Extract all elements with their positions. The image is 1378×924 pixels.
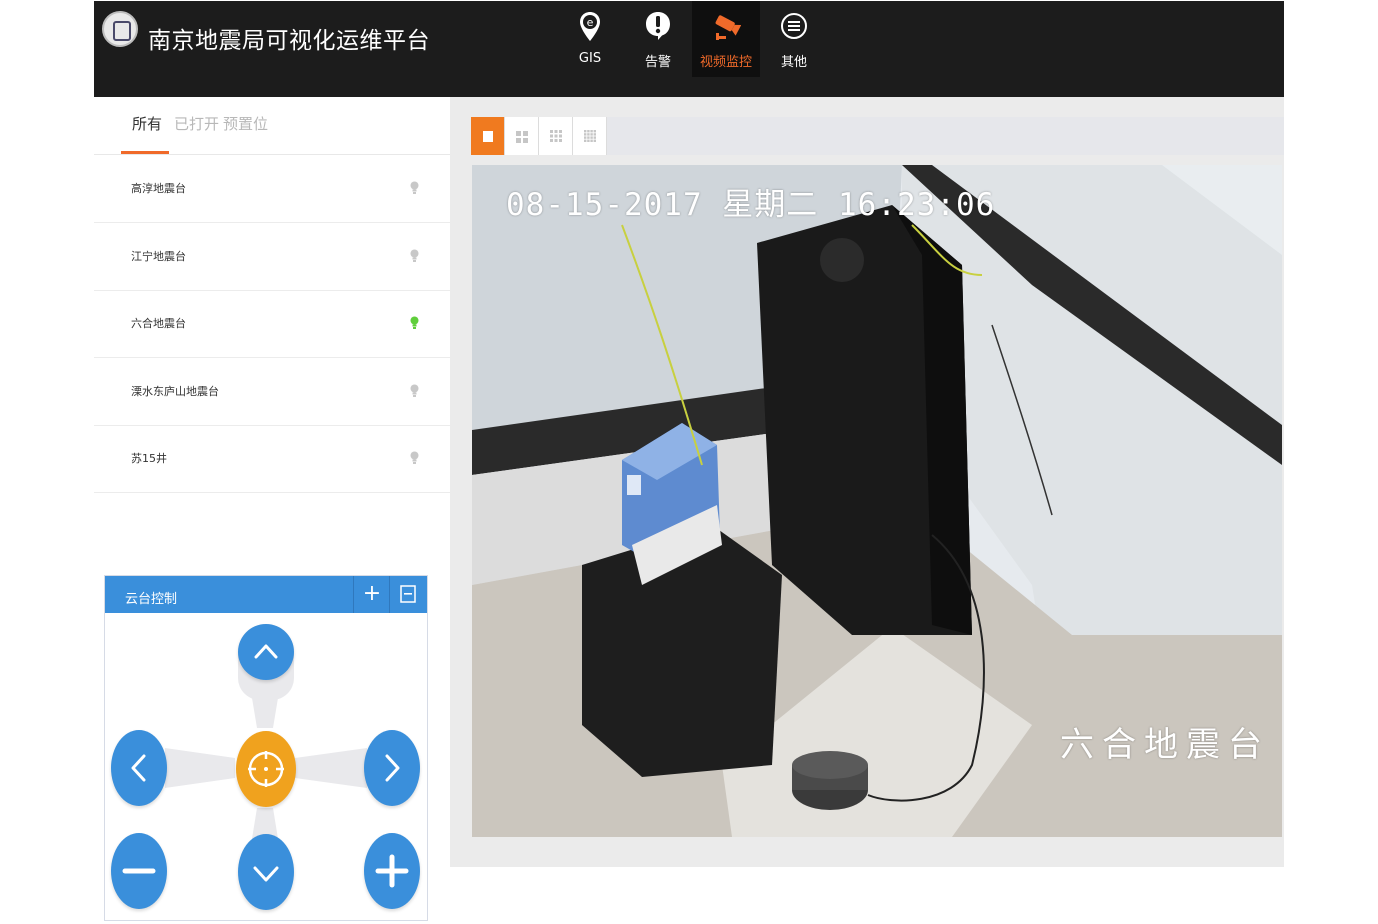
camera-icon: [711, 11, 742, 45]
app-title: 南京地震局可视化运维平台: [148, 28, 430, 54]
bulb-icon: [410, 315, 419, 334]
bulb-icon: [410, 248, 419, 267]
app-root: 南京地震局可视化运维平台 e GIS 告警 视频监控 其他 所有 已打开 预置位…: [94, 1, 1284, 924]
tab-opened[interactable]: 已打开: [174, 113, 219, 134]
ptz-left-button[interactable]: [111, 730, 167, 806]
chevron-down-icon: [253, 866, 279, 882]
ptz-right-button[interactable]: [364, 730, 420, 806]
nav-item-other[interactable]: 其他: [760, 1, 828, 77]
ptz-center-button[interactable]: [236, 731, 296, 807]
alert-icon: [645, 11, 671, 45]
chevron-up-icon: [254, 644, 278, 659]
layout-toolbar: [471, 117, 1284, 155]
layout-3x3-button[interactable]: [539, 117, 573, 155]
nav-label-video-monitor: 视频监控: [699, 55, 752, 70]
station-item[interactable]: 高淳地震台: [94, 155, 450, 223]
left-panel: 所有 已打开 预置位 高淳地震台 江宁地震台 六合地震台 溧水东庐山地震台 苏1…: [94, 97, 450, 924]
layout-4x4-button[interactable]: [573, 117, 607, 155]
nav-label-other: 其他: [780, 55, 807, 70]
grid-4x4-icon: [584, 130, 596, 142]
layout-2x2-button[interactable]: [505, 117, 539, 155]
ptz-zoom-out-button[interactable]: [111, 833, 167, 909]
svg-text:e: e: [587, 16, 594, 29]
station-item[interactable]: 江宁地震台: [94, 223, 450, 291]
nav-item-alerts[interactable]: 告警: [624, 1, 692, 77]
ptz-control-panel: 云台控制 +: [104, 575, 428, 921]
layout-1x1-button[interactable]: [471, 117, 505, 155]
station-item[interactable]: 六合地震台: [94, 290, 450, 358]
grid-3x3-icon: [550, 130, 562, 142]
menu-icon: [780, 11, 808, 45]
chevron-right-icon: [385, 754, 400, 782]
bulb-icon: [410, 180, 419, 199]
station-tabs: 所有 已打开 预置位: [94, 97, 450, 155]
bulb-icon: [410, 383, 419, 402]
main-nav: e GIS 告警 视频监控 其他: [556, 1, 828, 77]
minus-icon: [122, 868, 156, 874]
single-view-icon: [483, 131, 493, 142]
nav-item-gis[interactable]: e GIS: [556, 1, 624, 77]
station-item[interactable]: 溧水东庐山地震台: [94, 358, 450, 426]
station-name: 溧水东庐山地震台: [131, 385, 219, 398]
camera-feed[interactable]: 08-15-2017 星期二 16:23:06 六合地震台: [472, 165, 1282, 837]
tab-presets[interactable]: 预置位: [223, 113, 268, 134]
tab-all[interactable]: 所有: [132, 113, 162, 134]
station-name: 苏15井: [131, 452, 167, 465]
video-station-label: 六合地震台: [1060, 725, 1270, 765]
ptz-down-button[interactable]: [238, 834, 294, 910]
station-name: 江宁地震台: [131, 250, 186, 263]
bulb-icon: [410, 450, 419, 469]
nav-item-video-monitor[interactable]: 视频监控: [692, 1, 760, 77]
chevron-left-icon: [131, 754, 146, 782]
plus-icon: [375, 854, 409, 888]
station-name: 高淳地震台: [131, 182, 186, 195]
seismological-bureau-logo: [102, 11, 138, 47]
ptz-up-button[interactable]: [238, 624, 294, 680]
video-area: 08-15-2017 星期二 16:23:06 六合地震台: [450, 97, 1284, 867]
station-name: 六合地震台: [131, 317, 186, 330]
grid-2x2-icon: [516, 131, 528, 143]
crosshair-icon: [248, 751, 284, 787]
active-tab-indicator: [121, 151, 169, 154]
video-timestamp: 08-15-2017 星期二 16:23:06: [506, 187, 996, 223]
nav-label-gis: GIS: [578, 51, 602, 66]
ptz-zoom-in-button[interactable]: [364, 833, 420, 909]
station-item[interactable]: 苏15井: [94, 425, 450, 493]
nav-label-alerts: 告警: [644, 55, 671, 70]
top-bar: 南京地震局可视化运维平台 e GIS 告警 视频监控 其他: [94, 1, 1284, 97]
map-pin-e-icon: e: [579, 11, 601, 47]
